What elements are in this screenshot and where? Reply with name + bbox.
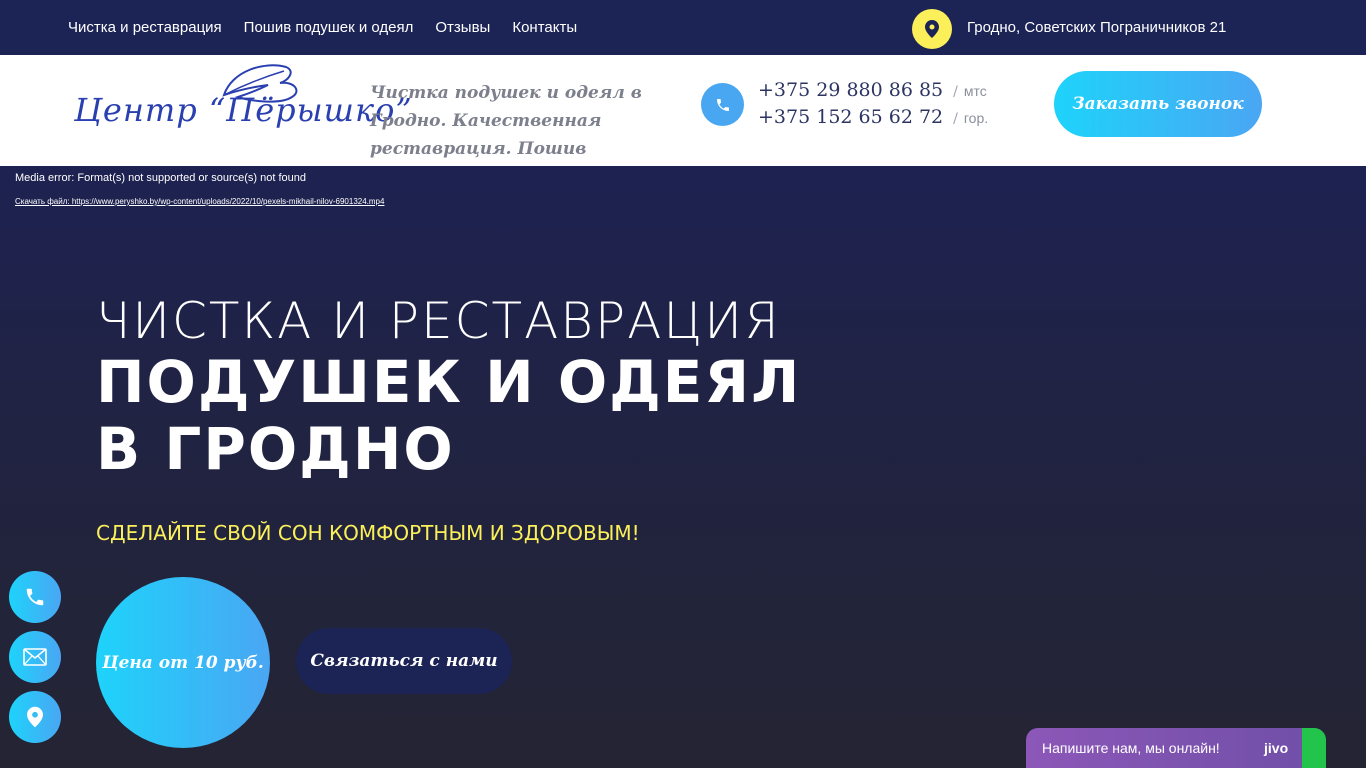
location-pin-icon [27,706,43,728]
media-error-text: Media error: Format(s) not supported or … [15,172,307,184]
phone-number[interactable]: +375 152 65 62 72 [758,106,943,128]
media-download-link[interactable]: Скачать файл: https://www.peryshko.by/wp… [15,197,384,206]
phone-icon [701,83,744,126]
top-navigation: Чистка и реставрация Пошив подушек и оде… [68,0,599,55]
hero-title-line2: ПОДУШЕК И ОДЕЯЛ [96,348,802,416]
float-location-button[interactable] [9,691,61,743]
chat-brand-logo: jivo [1264,740,1289,756]
phone-separator: / [953,84,958,100]
chat-status-indicator [1302,728,1326,768]
nav-link-sewing[interactable]: Пошив подушек и одеял [244,19,414,36]
phone-separator: / [953,111,958,127]
chat-widget[interactable]: Напишите нам, мы онлайн! jivo [1026,728,1326,768]
phone-city[interactable]: +375 152 65 62 72 / гор. [758,106,988,128]
nav-link-reviews[interactable]: Отзывы [435,19,490,36]
float-phone-button[interactable] [9,571,61,623]
hero-title-line1: ЧИСТКА И РЕСТАВРАЦИЯ [96,292,781,350]
mail-icon [23,648,47,666]
phone-icon [26,588,44,606]
logo-text: Центр “Пёрышко” [74,91,413,129]
phone-number[interactable]: +375 29 880 86 85 [758,79,943,101]
contact-us-button[interactable]: Связаться с нами [296,628,512,694]
hero-title-line3: В ГРОДНО [96,415,455,483]
hero-subtitle: СДЕЛАЙТЕ СВОЙ СОН КОМФОРТНЫМ И ЗДОРОВЫМ! [96,521,640,545]
price-badge: Цена от 10 руб. [96,577,270,748]
site-header: Центр “Пёрышко” Чистка подушек и одеял в… [0,55,1366,166]
top-bar: Чистка и реставрация Пошив подушек и оде… [0,0,1366,55]
header-tagline: Чистка подушек и одеял в Гродно. Качеств… [370,83,642,159]
address-text: Гродно, Советских Пограничников 21 [967,19,1227,36]
float-mail-button[interactable] [9,631,61,683]
phone-operator: гор. [963,110,989,126]
chat-widget-text[interactable]: Напишите нам, мы онлайн! [1042,740,1220,756]
nav-link-contacts[interactable]: Контакты [512,19,577,36]
location-pin-icon [912,9,952,49]
logo[interactable]: Центр “Пёрышко” [74,61,413,143]
phone-mts[interactable]: +375 29 880 86 85 / мтс [758,79,987,101]
nav-link-cleaning[interactable]: Чистка и реставрация [68,19,222,36]
hero-section: Media error: Format(s) not supported or … [0,166,1366,768]
order-call-button[interactable]: Заказать звонок [1054,71,1262,137]
phone-operator: мтс [963,83,987,99]
